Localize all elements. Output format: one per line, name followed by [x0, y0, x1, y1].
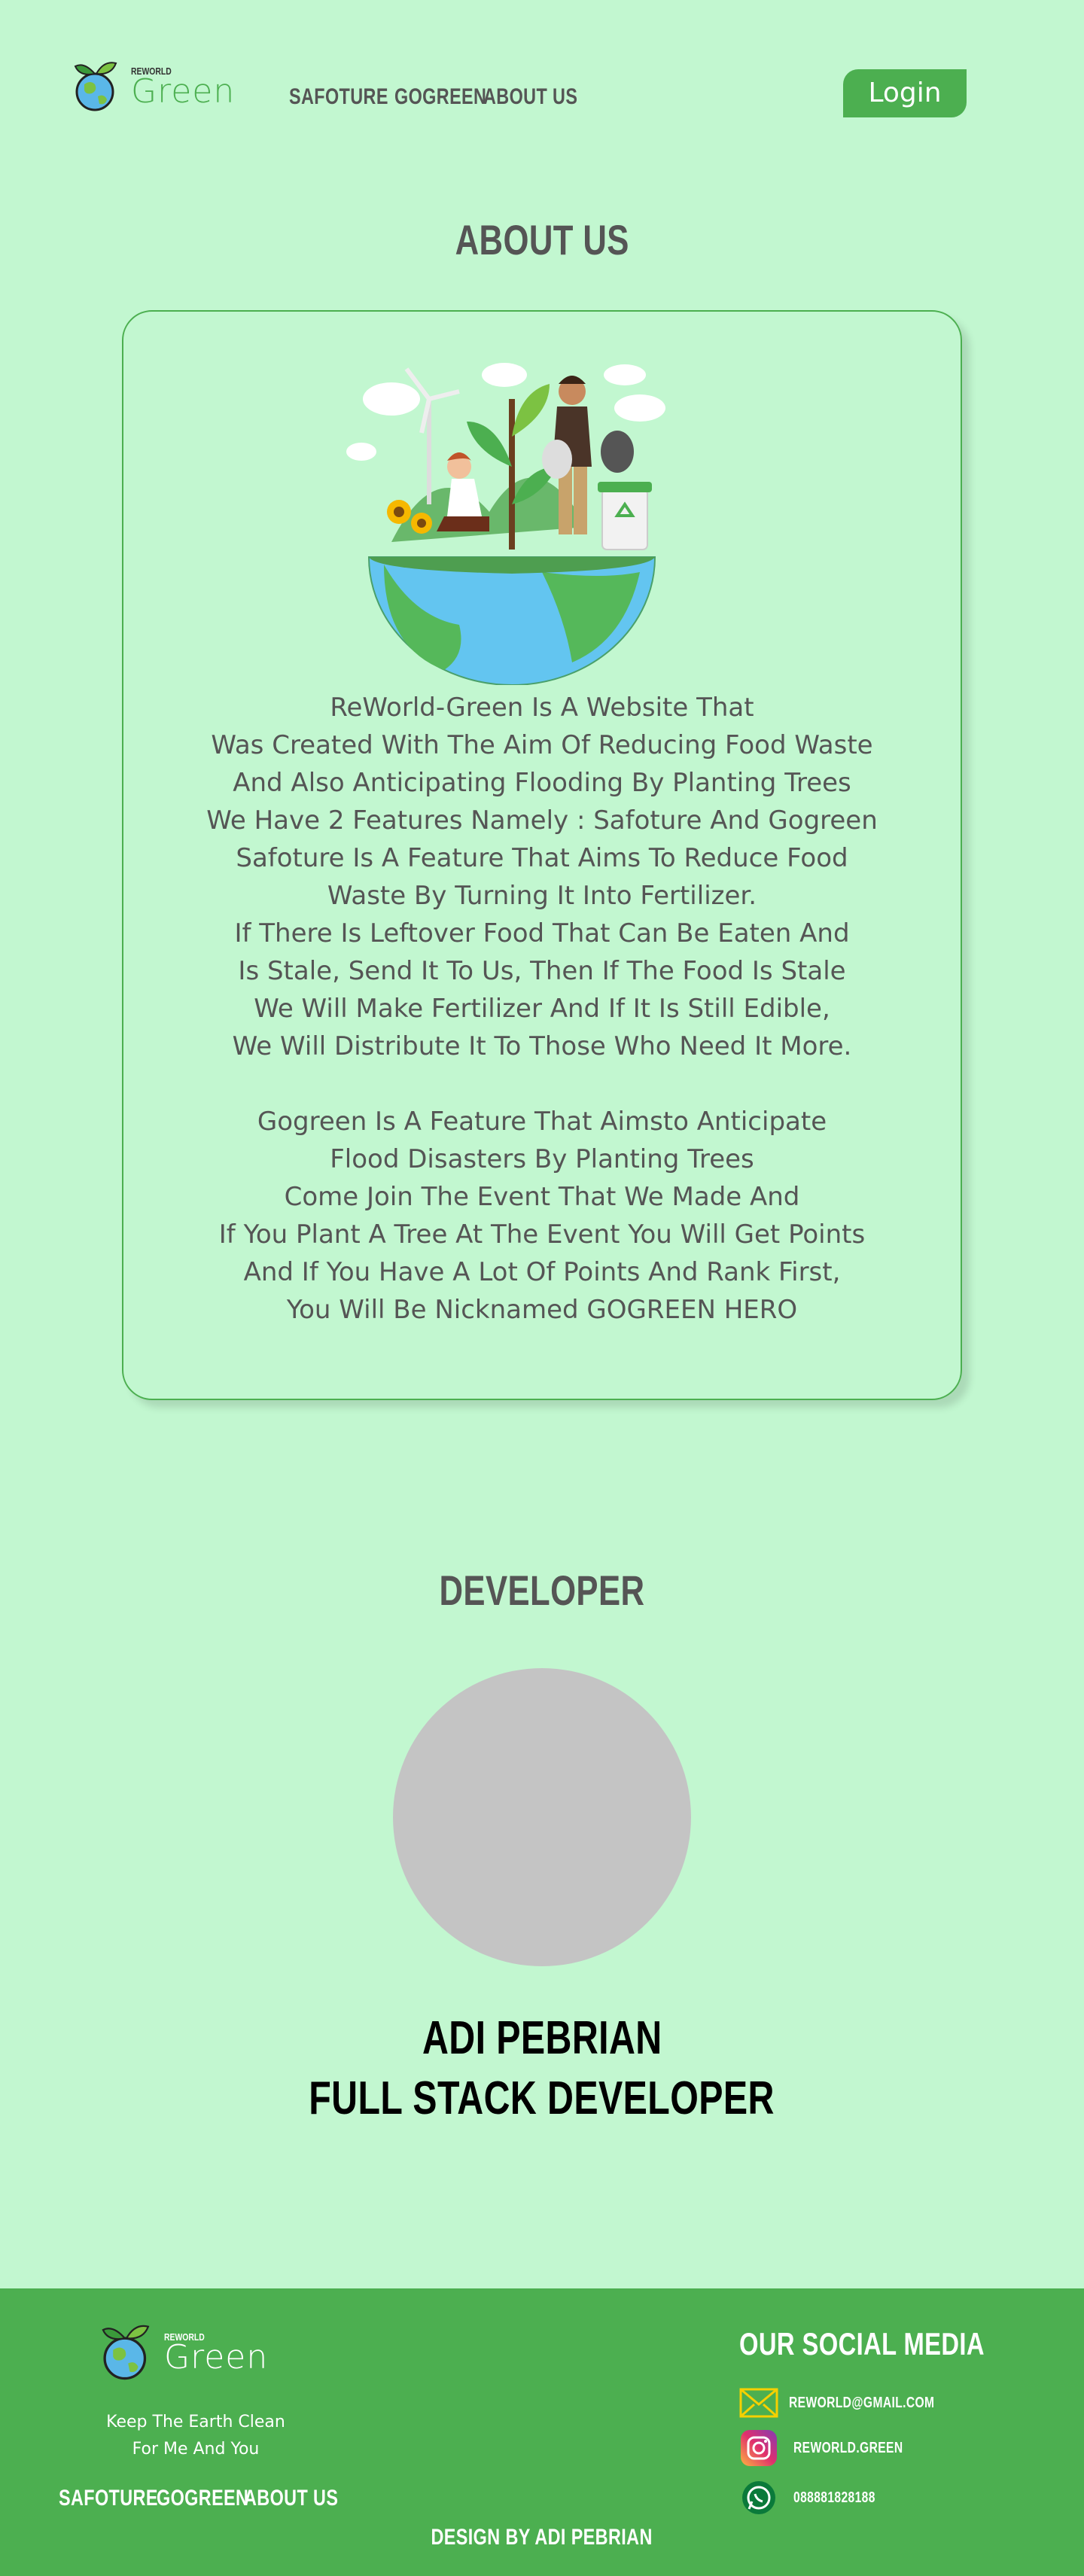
developer-role: FULL STACK DEVELOPER [309, 2072, 775, 2124]
social-whatsapp-row[interactable]: 088881828188 [739, 2478, 898, 2517]
nav-link-gogreen[interactable]: GOGREEN [394, 84, 486, 110]
nav-link-about-us[interactable]: ABOUT US [483, 84, 577, 110]
about-line: We Have 2 Features Namely : Safoture And… [206, 805, 878, 836]
main-nav: SAFOTURE GOGREEN ABOUT US [289, 84, 589, 110]
footer-nav-about-us[interactable]: ABOUT US [244, 2486, 338, 2511]
about-line: You Will Be Nicknamed GOGREEN HERO [286, 1295, 798, 1325]
design-credit-wrap: DESIGN BY ADI PEBRIAN [0, 2525, 1084, 2550]
globe-leaf-icon [74, 62, 117, 111]
about-line: Come Join The Event That We Made And [284, 1182, 800, 1212]
about-line: ReWorld-Green Is A Website That [330, 693, 754, 723]
developer-name: ADI PEBRIAN [422, 2012, 662, 2064]
about-line: Is Stale, Send It To Us, Then If The Foo… [238, 956, 846, 986]
earth-gardening-illustration [346, 363, 665, 685]
developer-title: DEVELOPER [439, 1567, 645, 1614]
about-title-wrap: ABOUT US [0, 215, 1084, 264]
footer-nav-safoture[interactable]: SAFOTURE [59, 2486, 157, 2511]
globe-leaf-icon [102, 2325, 150, 2380]
about-line: Was Created With The Aim Of Reducing Foo… [211, 730, 873, 760]
logo-big-text: Green [131, 72, 236, 111]
about-line: Waste By Turning It Into Fertilizer. [327, 881, 757, 911]
social-email-row[interactable]: REWORLD@GMAIL.COM [739, 2383, 976, 2422]
about-line: We Will Make Fertilizer And If It Is Sti… [254, 994, 830, 1024]
social-title-wrap: OUR SOCIAL MEDIA [739, 2326, 1054, 2362]
footer-tagline: Keep The Earth Clean For Me And You [83, 2409, 309, 2463]
social-email-label: REWORLD@GMAIL.COM [789, 2394, 935, 2411]
whatsapp-icon [739, 2478, 778, 2517]
tagline-line-1: Keep The Earth Clean [106, 2413, 285, 2431]
about-line: And Also Anticipating Flooding By Planti… [233, 768, 851, 798]
about-line: If You Plant A Tree At The Event You Wil… [218, 1219, 866, 1250]
mail-icon [739, 2383, 778, 2422]
about-line: Gogreen Is A Feature That Aimsto Anticip… [257, 1107, 827, 1137]
about-line: We Will Distribute It To Those Who Need … [232, 1031, 852, 1061]
login-button[interactable]: Login [843, 69, 967, 117]
social-title: OUR SOCIAL MEDIA [739, 2326, 985, 2361]
about-line: Safoture Is A Feature That Aims To Reduc… [236, 843, 848, 873]
social-instagram-row[interactable]: REWORLD.GREEN [739, 2428, 934, 2468]
developer-name-wrap: ADI PEBRIAN [0, 2011, 1084, 2065]
tagline-line-2: For Me And You [132, 2440, 260, 2459]
logo-small-text: REWORLD [131, 65, 172, 77]
developer-avatar [393, 1668, 691, 1966]
social-whatsapp-label: 088881828188 [793, 2489, 875, 2506]
design-credit: DESIGN BY ADI PEBRIAN [431, 2525, 653, 2550]
footer-logo-big-text: Green [164, 2337, 269, 2377]
footer-logo[interactable]: REWORLD Green [96, 2322, 268, 2382]
footer-nav: SAFOTURE GOGREEN ABOUT US [59, 2486, 342, 2511]
about-description: ReWorld-Green Is A Website That Was Crea… [122, 689, 962, 1329]
about-line: Flood Disasters By Planting Trees [330, 1144, 754, 1174]
developer-role-wrap: FULL STACK DEVELOPER [0, 2072, 1084, 2125]
nav-link-safoture[interactable]: SAFOTURE [289, 84, 388, 110]
instagram-icon [739, 2428, 778, 2468]
about-line: And If You Have A Lot Of Points And Rank… [243, 1257, 841, 1287]
footer-nav-gogreen[interactable]: GOGREEN [157, 2486, 248, 2511]
header-logo[interactable]: REWORLD Green [69, 59, 235, 113]
about-line: If There Is Leftover Food That Can Be Ea… [234, 918, 850, 948]
about-title: ABOUT US [455, 216, 629, 263]
footer-logo-small-text: REWORLD [164, 2331, 205, 2343]
social-instagram-label: REWORLD.GREEN [793, 2439, 903, 2456]
developer-title-wrap: DEVELOPER [0, 1566, 1084, 1615]
